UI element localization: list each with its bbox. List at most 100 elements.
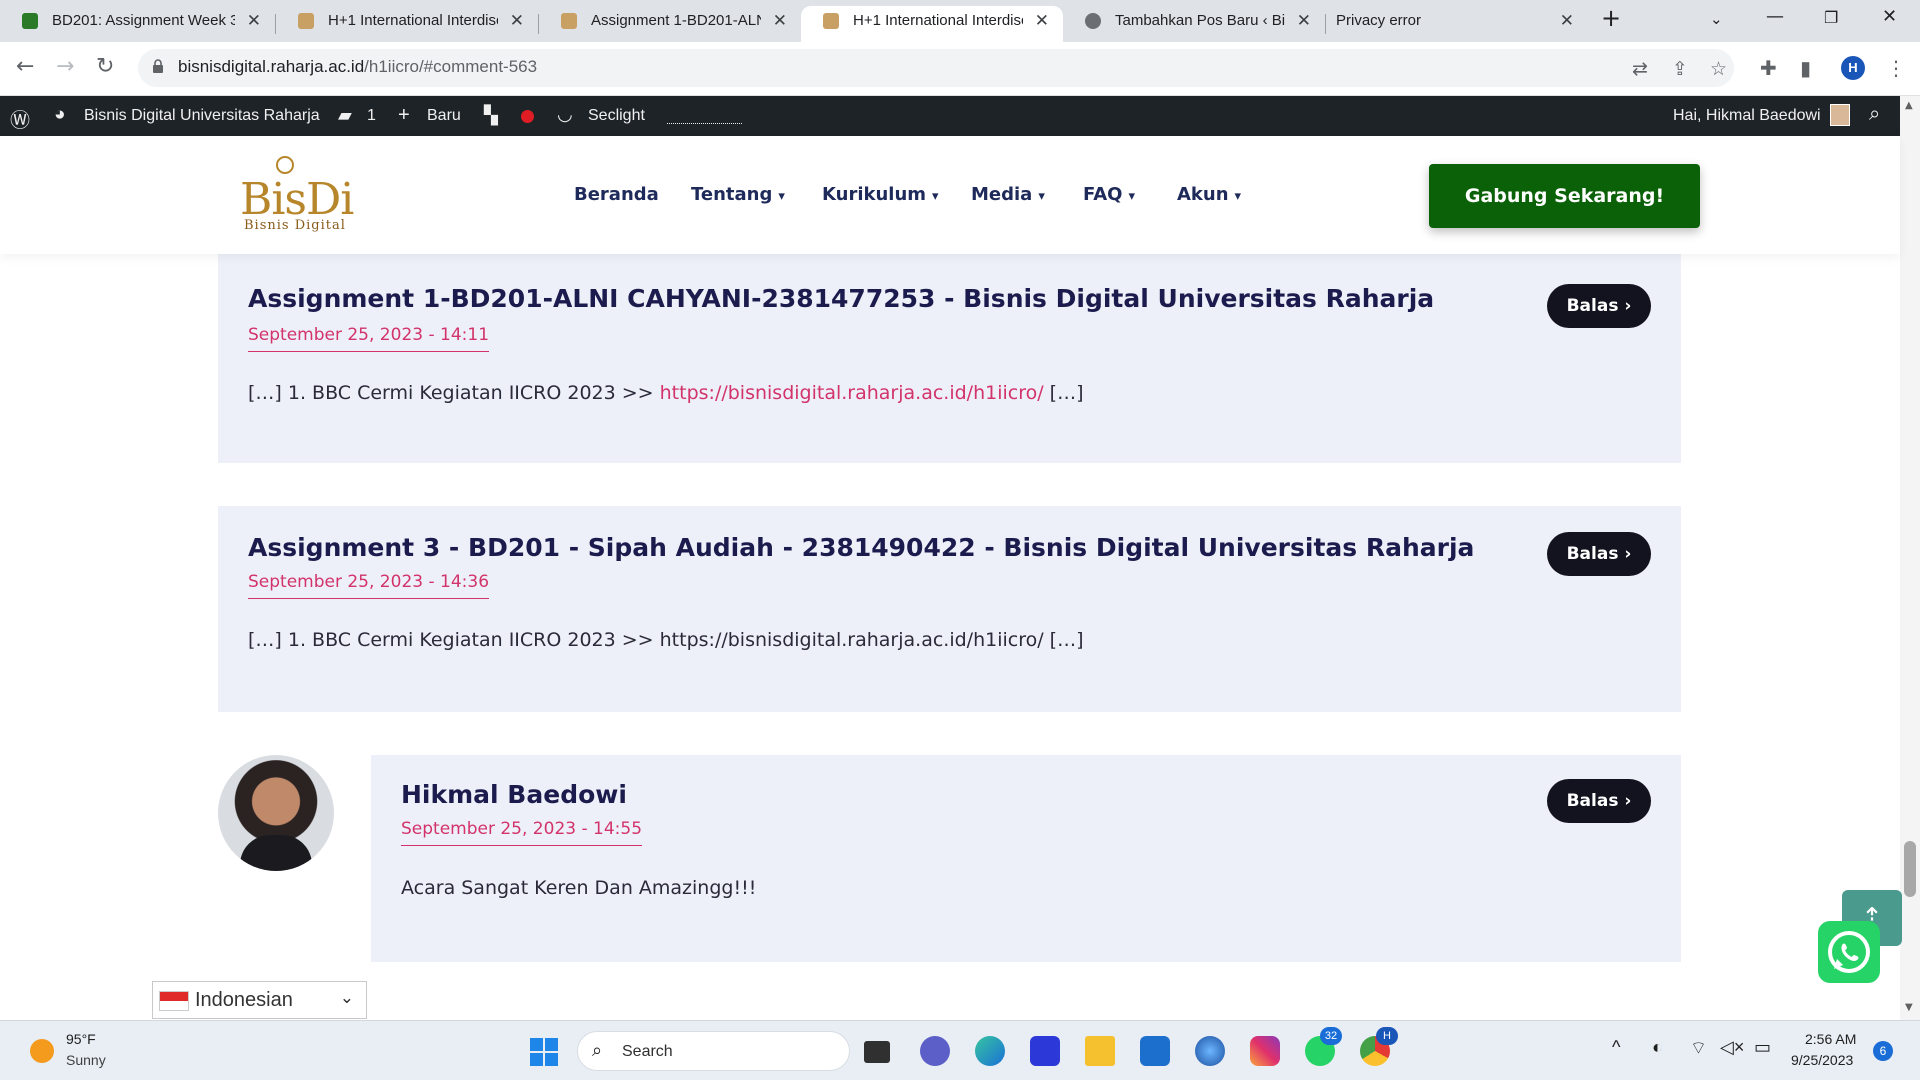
comment-text: […] 1. BBC Cermi Kegiatan IICRO 2023 >> … — [248, 629, 1084, 651]
comment-link[interactable]: https://bisnisdigital.raharja.ac.id/h1ii… — [660, 382, 1044, 404]
admin-avatar[interactable] — [1830, 104, 1850, 126]
instagram-icon[interactable] — [1250, 1036, 1280, 1066]
tab-h1-international-1[interactable]: H+1 International Interdisci ✕ — [276, 6, 538, 42]
lock-icon[interactable] — [152, 59, 164, 73]
battery-icon[interactable]: ▭ — [1754, 1037, 1771, 1058]
globe-app-icon[interactable] — [1195, 1036, 1225, 1066]
comment-author[interactable]: Hikmal Baedowi — [401, 780, 627, 809]
notification-badge[interactable]: 6 — [1873, 1041, 1893, 1061]
file-explorer-icon[interactable] — [1085, 1036, 1115, 1066]
bookmark-star-icon[interactable]: ☆ — [1710, 58, 1727, 80]
scroll-down-arrow-icon[interactable]: ▼ — [1905, 1002, 1913, 1013]
scroll-up-arrow-icon[interactable]: ▲ — [1905, 100, 1913, 111]
close-window-icon[interactable]: ✕ — [1882, 6, 1897, 27]
translate-icon[interactable]: ⇄ — [1632, 58, 1648, 80]
minimize-icon[interactable]: — — [1766, 6, 1784, 27]
extensions-icon[interactable]: ✚ — [1760, 56, 1777, 80]
tab-bd201-assignment[interactable]: BD201: Assignment Week 3 ✕ — [0, 6, 275, 42]
scrollbar-thumb[interactable] — [1904, 841, 1916, 897]
sun-icon[interactable] — [30, 1039, 54, 1063]
microsoft-store-icon[interactable] — [1140, 1036, 1170, 1066]
plus-icon[interactable]: + — [398, 104, 410, 127]
close-tab-icon[interactable]: ✕ — [1297, 6, 1311, 36]
close-tab-icon[interactable]: ✕ — [773, 6, 787, 36]
comment-item: Hikmal Baedowi September 25, 2023 - 14:5… — [371, 755, 1681, 962]
recording-dot-icon[interactable] — [521, 110, 534, 123]
edge-icon[interactable] — [975, 1036, 1005, 1066]
site-logo[interactable]: BisDi Bisnis Digital — [240, 156, 354, 236]
weather-condition[interactable]: Sunny — [66, 1052, 106, 1068]
chevron-right-icon: › — [1624, 791, 1632, 811]
comment-title[interactable]: Assignment 3 - BD201 - Sipah Audiah - 23… — [248, 533, 1474, 562]
task-view-icon[interactable] — [864, 1041, 890, 1063]
new-tab-icon[interactable]: + — [1601, 4, 1621, 32]
start-windows-icon[interactable] — [530, 1038, 558, 1066]
comment-date[interactable]: September 25, 2023 - 14:11 — [248, 325, 490, 352]
menu-item-kurikulum[interactable]: Kurikulum ▾ — [822, 184, 939, 205]
wordpress-logo-icon[interactable]: Ⓦ — [10, 104, 30, 133]
whatsapp-chat-button[interactable] — [1818, 921, 1880, 983]
wifi-icon[interactable]: ⌔ — [1690, 1037, 1707, 1060]
clock-time[interactable]: 2:56 AM — [1805, 1031, 1856, 1047]
forward-icon[interactable]: → — [56, 54, 74, 79]
reload-icon[interactable]: ↻ — [96, 54, 114, 79]
close-tab-icon[interactable]: ✕ — [510, 6, 524, 36]
page-scrollbar[interactable]: ▲ ▼ — [1900, 96, 1920, 1020]
chevron-down-icon: ▾ — [1128, 189, 1135, 204]
profile-avatar[interactable]: H — [1841, 56, 1865, 80]
indonesia-flag-icon — [159, 991, 189, 1011]
weather-temperature[interactable]: 95°F — [66, 1031, 96, 1047]
tray-chevron-up-icon[interactable]: ^ — [1612, 1037, 1620, 1058]
dashboard-icon[interactable]: ◕ — [54, 104, 65, 126]
address-bar[interactable]: bisnisdigital.raharja.ac.id/h1iicro/#com… — [138, 49, 1734, 87]
menu-kebab-icon[interactable]: ⋮ — [1886, 56, 1906, 80]
volume-muted-icon[interactable]: ◁× — [1720, 1037, 1744, 1058]
menu-item-beranda[interactable]: Beranda — [574, 184, 659, 205]
comments-section: Assignment 1-BD201-ALNI CAHYANI-23814772… — [0, 254, 1900, 1020]
tab-assignment-1[interactable]: Assignment 1-BD201-ALNI ✕ — [539, 6, 801, 42]
menu-item-media[interactable]: Media ▾ — [971, 184, 1045, 205]
tab-tambahkan-pos[interactable]: Tambahkan Pos Baru ‹ Bisni ✕ — [1063, 6, 1325, 42]
reply-button[interactable]: Balas › — [1547, 779, 1651, 823]
clock-date[interactable]: 9/25/2023 — [1791, 1052, 1853, 1068]
share-icon[interactable]: ⇪ — [1672, 58, 1688, 80]
menu-item-faq[interactable]: FAQ ▾ — [1083, 184, 1135, 205]
security-status-icon[interactable]: ◐ — [1652, 1037, 1663, 1058]
comment-item: Assignment 3 - BD201 - Sipah Audiah - 23… — [218, 506, 1681, 712]
menu-item-tentang[interactable]: Tentang ▾ — [691, 184, 785, 205]
admin-search-field[interactable] — [667, 110, 742, 124]
language-selector[interactable]: Indonesian ⌄ — [152, 981, 367, 1019]
restore-icon[interactable]: ❐ — [1824, 8, 1838, 27]
seclight-link[interactable]: Seclight — [588, 107, 645, 125]
seclight-icon[interactable]: ◡ — [557, 104, 573, 125]
comment-date[interactable]: September 25, 2023 - 14:36 — [248, 572, 490, 599]
onenote-app-icon[interactable] — [1030, 1036, 1060, 1066]
comments-count[interactable]: 1 — [367, 107, 376, 125]
taskbar-search[interactable]: ⌕ Search — [577, 1031, 850, 1071]
admin-site-name[interactable]: Bisnis Digital Universitas Raharja — [84, 107, 320, 125]
tab-search-chevron-icon[interactable]: ⌄ — [1710, 10, 1723, 28]
close-tab-icon[interactable]: ✕ — [247, 6, 261, 36]
back-icon[interactable]: ← — [16, 54, 34, 79]
menu-item-akun[interactable]: Akun ▾ — [1177, 184, 1241, 205]
join-now-button[interactable]: Gabung Sekarang! — [1429, 164, 1700, 228]
chevron-down-icon: ▾ — [1234, 189, 1242, 204]
chat-icon[interactable] — [920, 1036, 950, 1066]
side-panel-icon[interactable]: ▮ — [1800, 56, 1811, 80]
admin-greeting[interactable]: Hai, Hikmal Baedowi — [1673, 107, 1821, 125]
wp-admin-bar: Ⓦ ◕ Bisnis Digital Universitas Raharja ▰… — [0, 96, 1920, 136]
url-text[interactable]: bisnisdigital.raharja.ac.id/h1iicro/#com… — [178, 57, 537, 77]
chevron-right-icon: › — [1624, 544, 1632, 564]
tab-privacy-error[interactable]: Privacy error ✕ — [1326, 6, 1588, 42]
close-tab-icon[interactable]: ✕ — [1035, 6, 1049, 36]
comment-title[interactable]: Assignment 1-BD201-ALNI CAHYANI-23814772… — [248, 284, 1434, 313]
comment-bubble-icon[interactable]: ▰ — [338, 105, 352, 126]
yoast-icon[interactable]: ▚ — [484, 105, 498, 126]
admin-search-icon[interactable]: ⌕ — [1869, 103, 1880, 126]
close-tab-icon[interactable]: ✕ — [1560, 6, 1574, 36]
tab-h1-international-active[interactable]: H+1 International Interdisci ✕ — [801, 6, 1063, 42]
new-content-link[interactable]: Baru — [427, 107, 461, 125]
comment-date[interactable]: September 25, 2023 - 14:55 — [401, 819, 643, 846]
reply-button[interactable]: Balas › — [1547, 532, 1651, 576]
reply-button[interactable]: Balas › — [1547, 284, 1651, 328]
